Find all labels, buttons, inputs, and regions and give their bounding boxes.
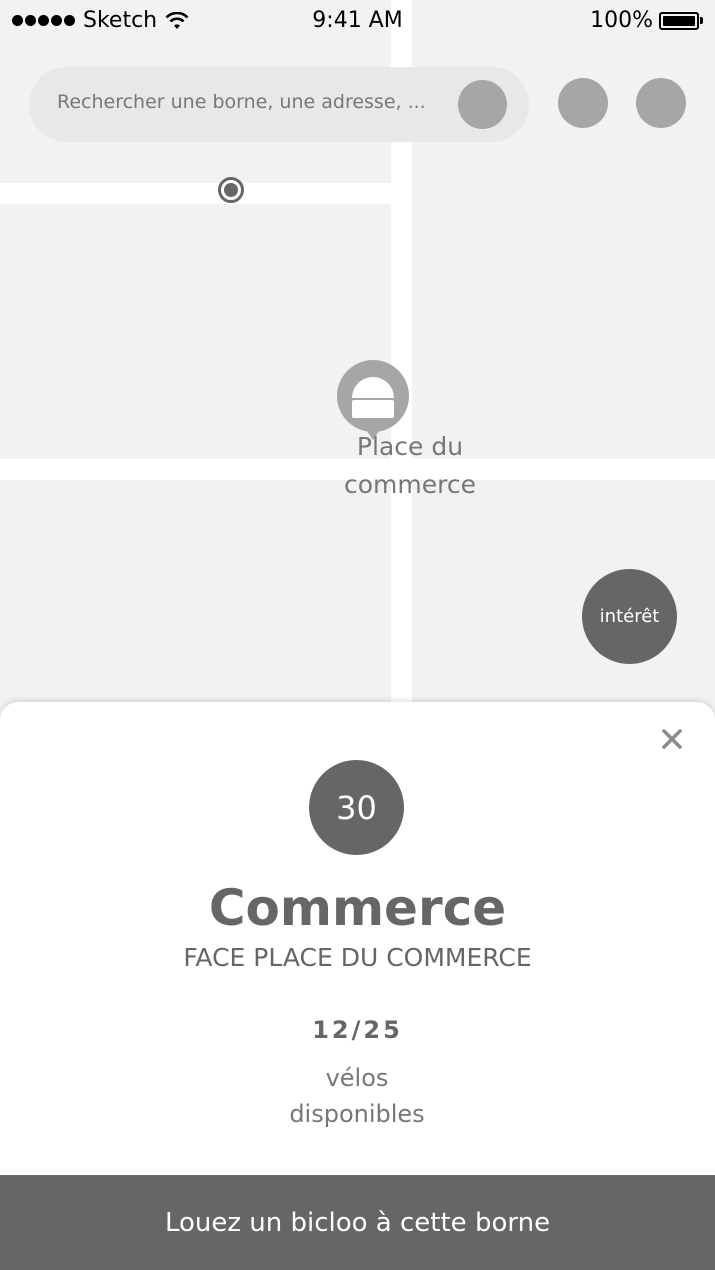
- bike-count-badge: 30: [309, 760, 404, 855]
- search-input[interactable]: [57, 91, 437, 113]
- battery-icon: [659, 11, 703, 30]
- map-action-button[interactable]: [636, 78, 686, 128]
- battery-percent: 100%: [590, 8, 653, 33]
- close-icon[interactable]: [659, 726, 685, 752]
- station-details-sheet: 30 Commerce FACE PLACE DU COMMERCE 12/25…: [0, 702, 715, 1270]
- rent-bike-button[interactable]: Louez un bicloo à cette borne: [0, 1175, 715, 1270]
- interest-button[interactable]: intérêt: [582, 569, 677, 664]
- map-road: [0, 183, 391, 204]
- status-bar: Sketch 9:41 AM 100%: [0, 0, 715, 42]
- station-name: Commerce: [208, 879, 507, 937]
- station-map-label: Place du commerce: [344, 432, 476, 499]
- search-icon[interactable]: [458, 80, 507, 129]
- station-address: FACE PLACE DU COMMERCE: [183, 943, 532, 972]
- status-right: 100%: [590, 8, 703, 33]
- location-dot-icon: [218, 177, 244, 203]
- search-bar[interactable]: [29, 67, 529, 142]
- availability-count: 12/25: [312, 1016, 403, 1044]
- map-action-button[interactable]: [558, 78, 608, 128]
- availability-label: vélos disponibles: [289, 1064, 425, 1128]
